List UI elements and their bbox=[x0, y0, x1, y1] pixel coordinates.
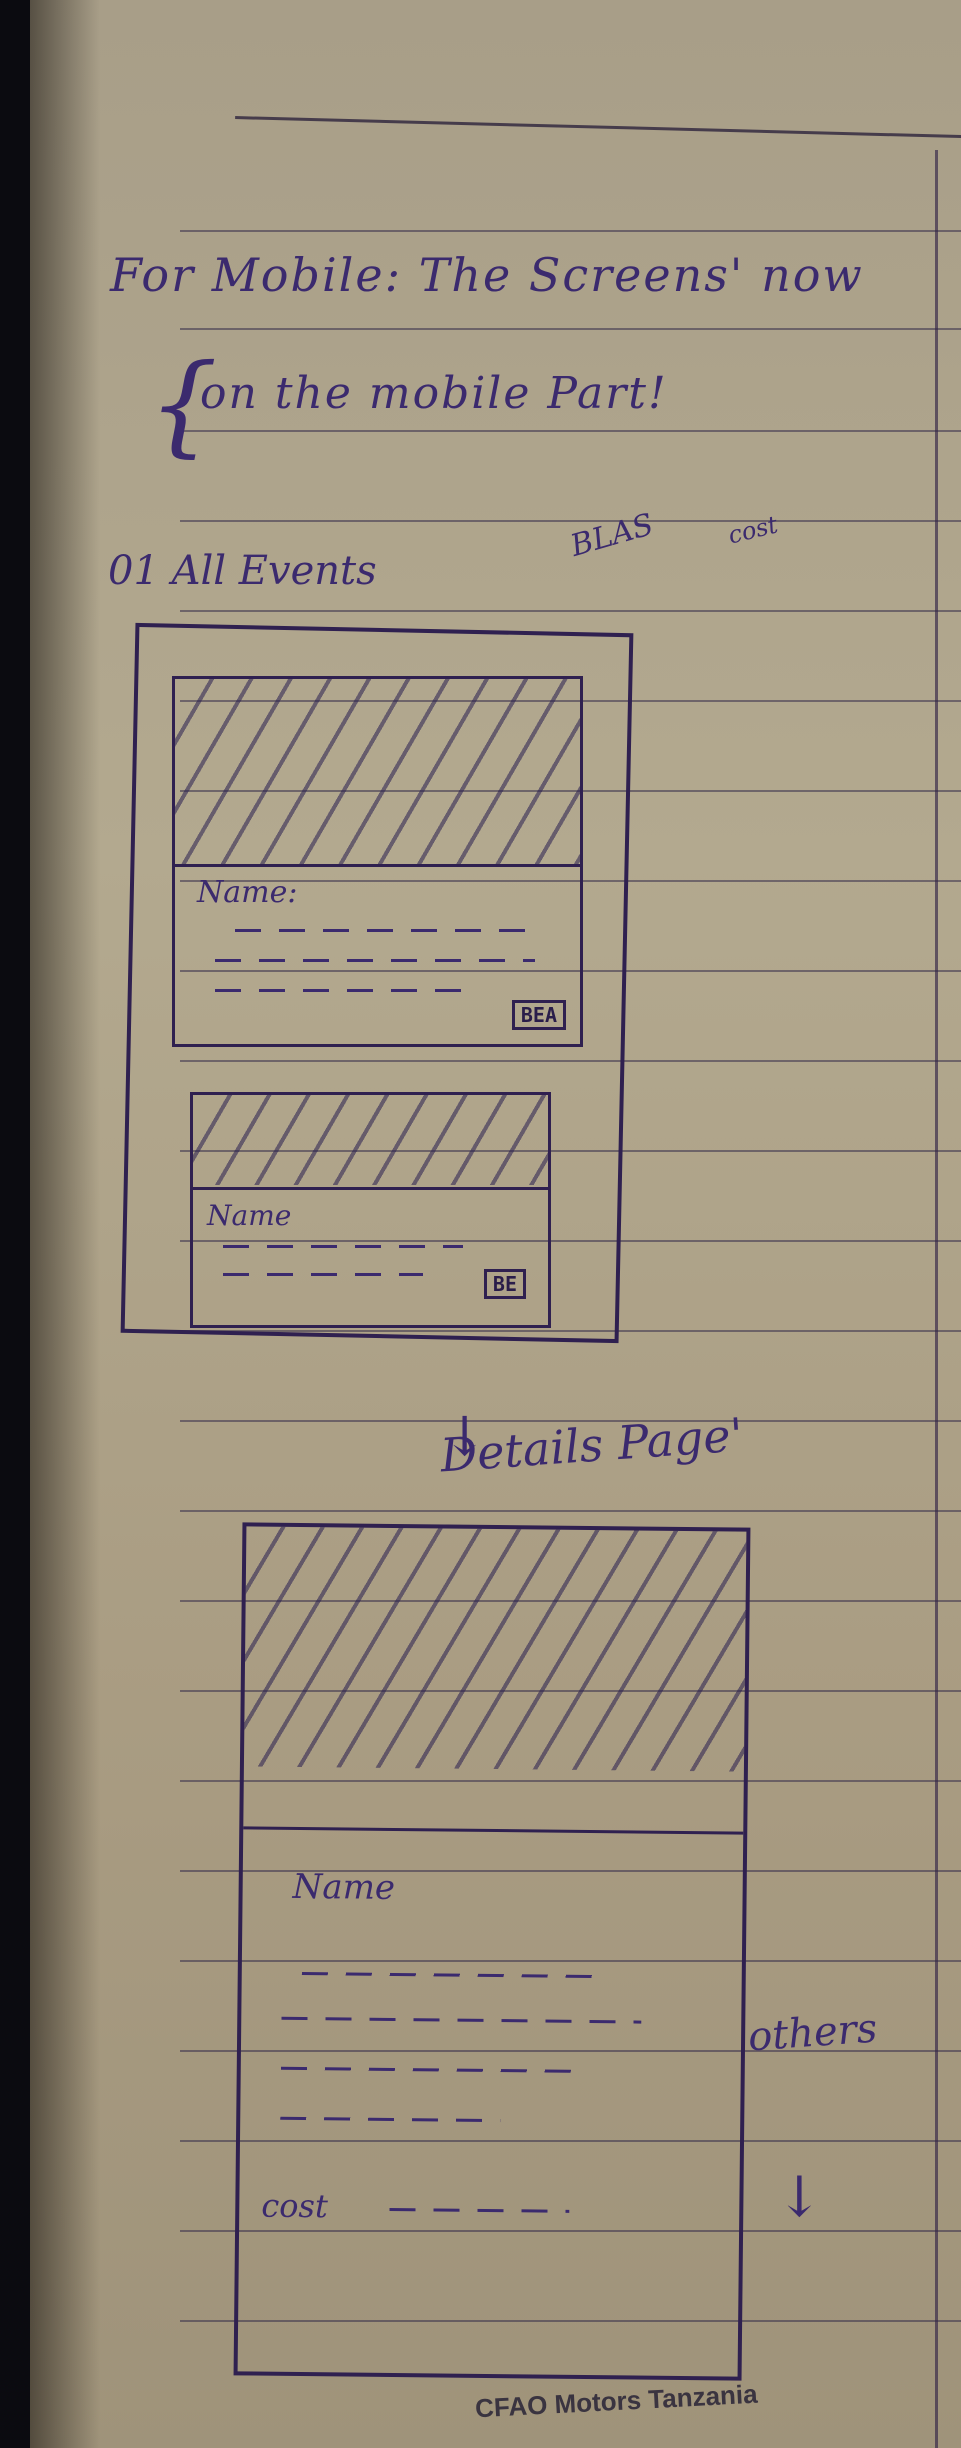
image-placeholder bbox=[175, 679, 580, 864]
text-placeholder bbox=[235, 929, 535, 932]
event-badge: BE bbox=[483, 1269, 526, 1299]
ruled-line bbox=[180, 230, 961, 232]
blas-note: BLAS bbox=[566, 507, 658, 564]
down-arrow-icon: ↓ bbox=[776, 2165, 823, 2230]
image-placeholder bbox=[243, 1526, 747, 1772]
events-heading: 01 All Events bbox=[108, 548, 377, 594]
text-placeholder bbox=[223, 1273, 423, 1276]
margin-line bbox=[935, 150, 938, 2448]
card-divider bbox=[193, 1187, 548, 1190]
others-label: others bbox=[746, 2005, 879, 2061]
note-line-1: For Mobile: The Screens' now bbox=[110, 248, 864, 302]
page-top-line bbox=[235, 116, 961, 139]
note-line-2: on the mobile Part! bbox=[200, 368, 668, 419]
card-divider bbox=[175, 864, 580, 867]
cost-note: cost bbox=[725, 510, 781, 550]
ruled-line bbox=[180, 328, 961, 330]
event-card: Name: BEA bbox=[172, 676, 583, 1047]
event-badge: BEA bbox=[511, 1000, 566, 1030]
text-placeholder bbox=[215, 959, 535, 962]
text-placeholder bbox=[280, 2066, 581, 2073]
details-cost-label: cost bbox=[261, 2186, 328, 2226]
details-divider bbox=[243, 1826, 744, 1835]
text-placeholder bbox=[301, 1972, 602, 1979]
event-name-label: Name: bbox=[197, 875, 298, 910]
event-name-label: Name bbox=[207, 1199, 292, 1232]
notebook-page: For Mobile: The Screens' now { on the mo… bbox=[30, 0, 961, 2448]
details-page-screen: Name cost bbox=[233, 1522, 751, 2381]
page-footer: CFAO Motors Tanzania bbox=[474, 2378, 759, 2424]
ruled-line bbox=[180, 1510, 961, 1512]
ruled-line bbox=[180, 610, 961, 612]
cost-placeholder bbox=[389, 2207, 570, 2213]
text-placeholder bbox=[281, 2016, 642, 2024]
image-placeholder bbox=[193, 1095, 548, 1185]
event-card: Name BE bbox=[190, 1092, 551, 1328]
ruled-line bbox=[180, 430, 961, 432]
text-placeholder bbox=[280, 2116, 501, 2123]
text-placeholder bbox=[215, 989, 465, 992]
details-name-label: Name bbox=[292, 1866, 396, 1908]
text-placeholder bbox=[223, 1245, 463, 1248]
ruled-line bbox=[180, 520, 961, 522]
